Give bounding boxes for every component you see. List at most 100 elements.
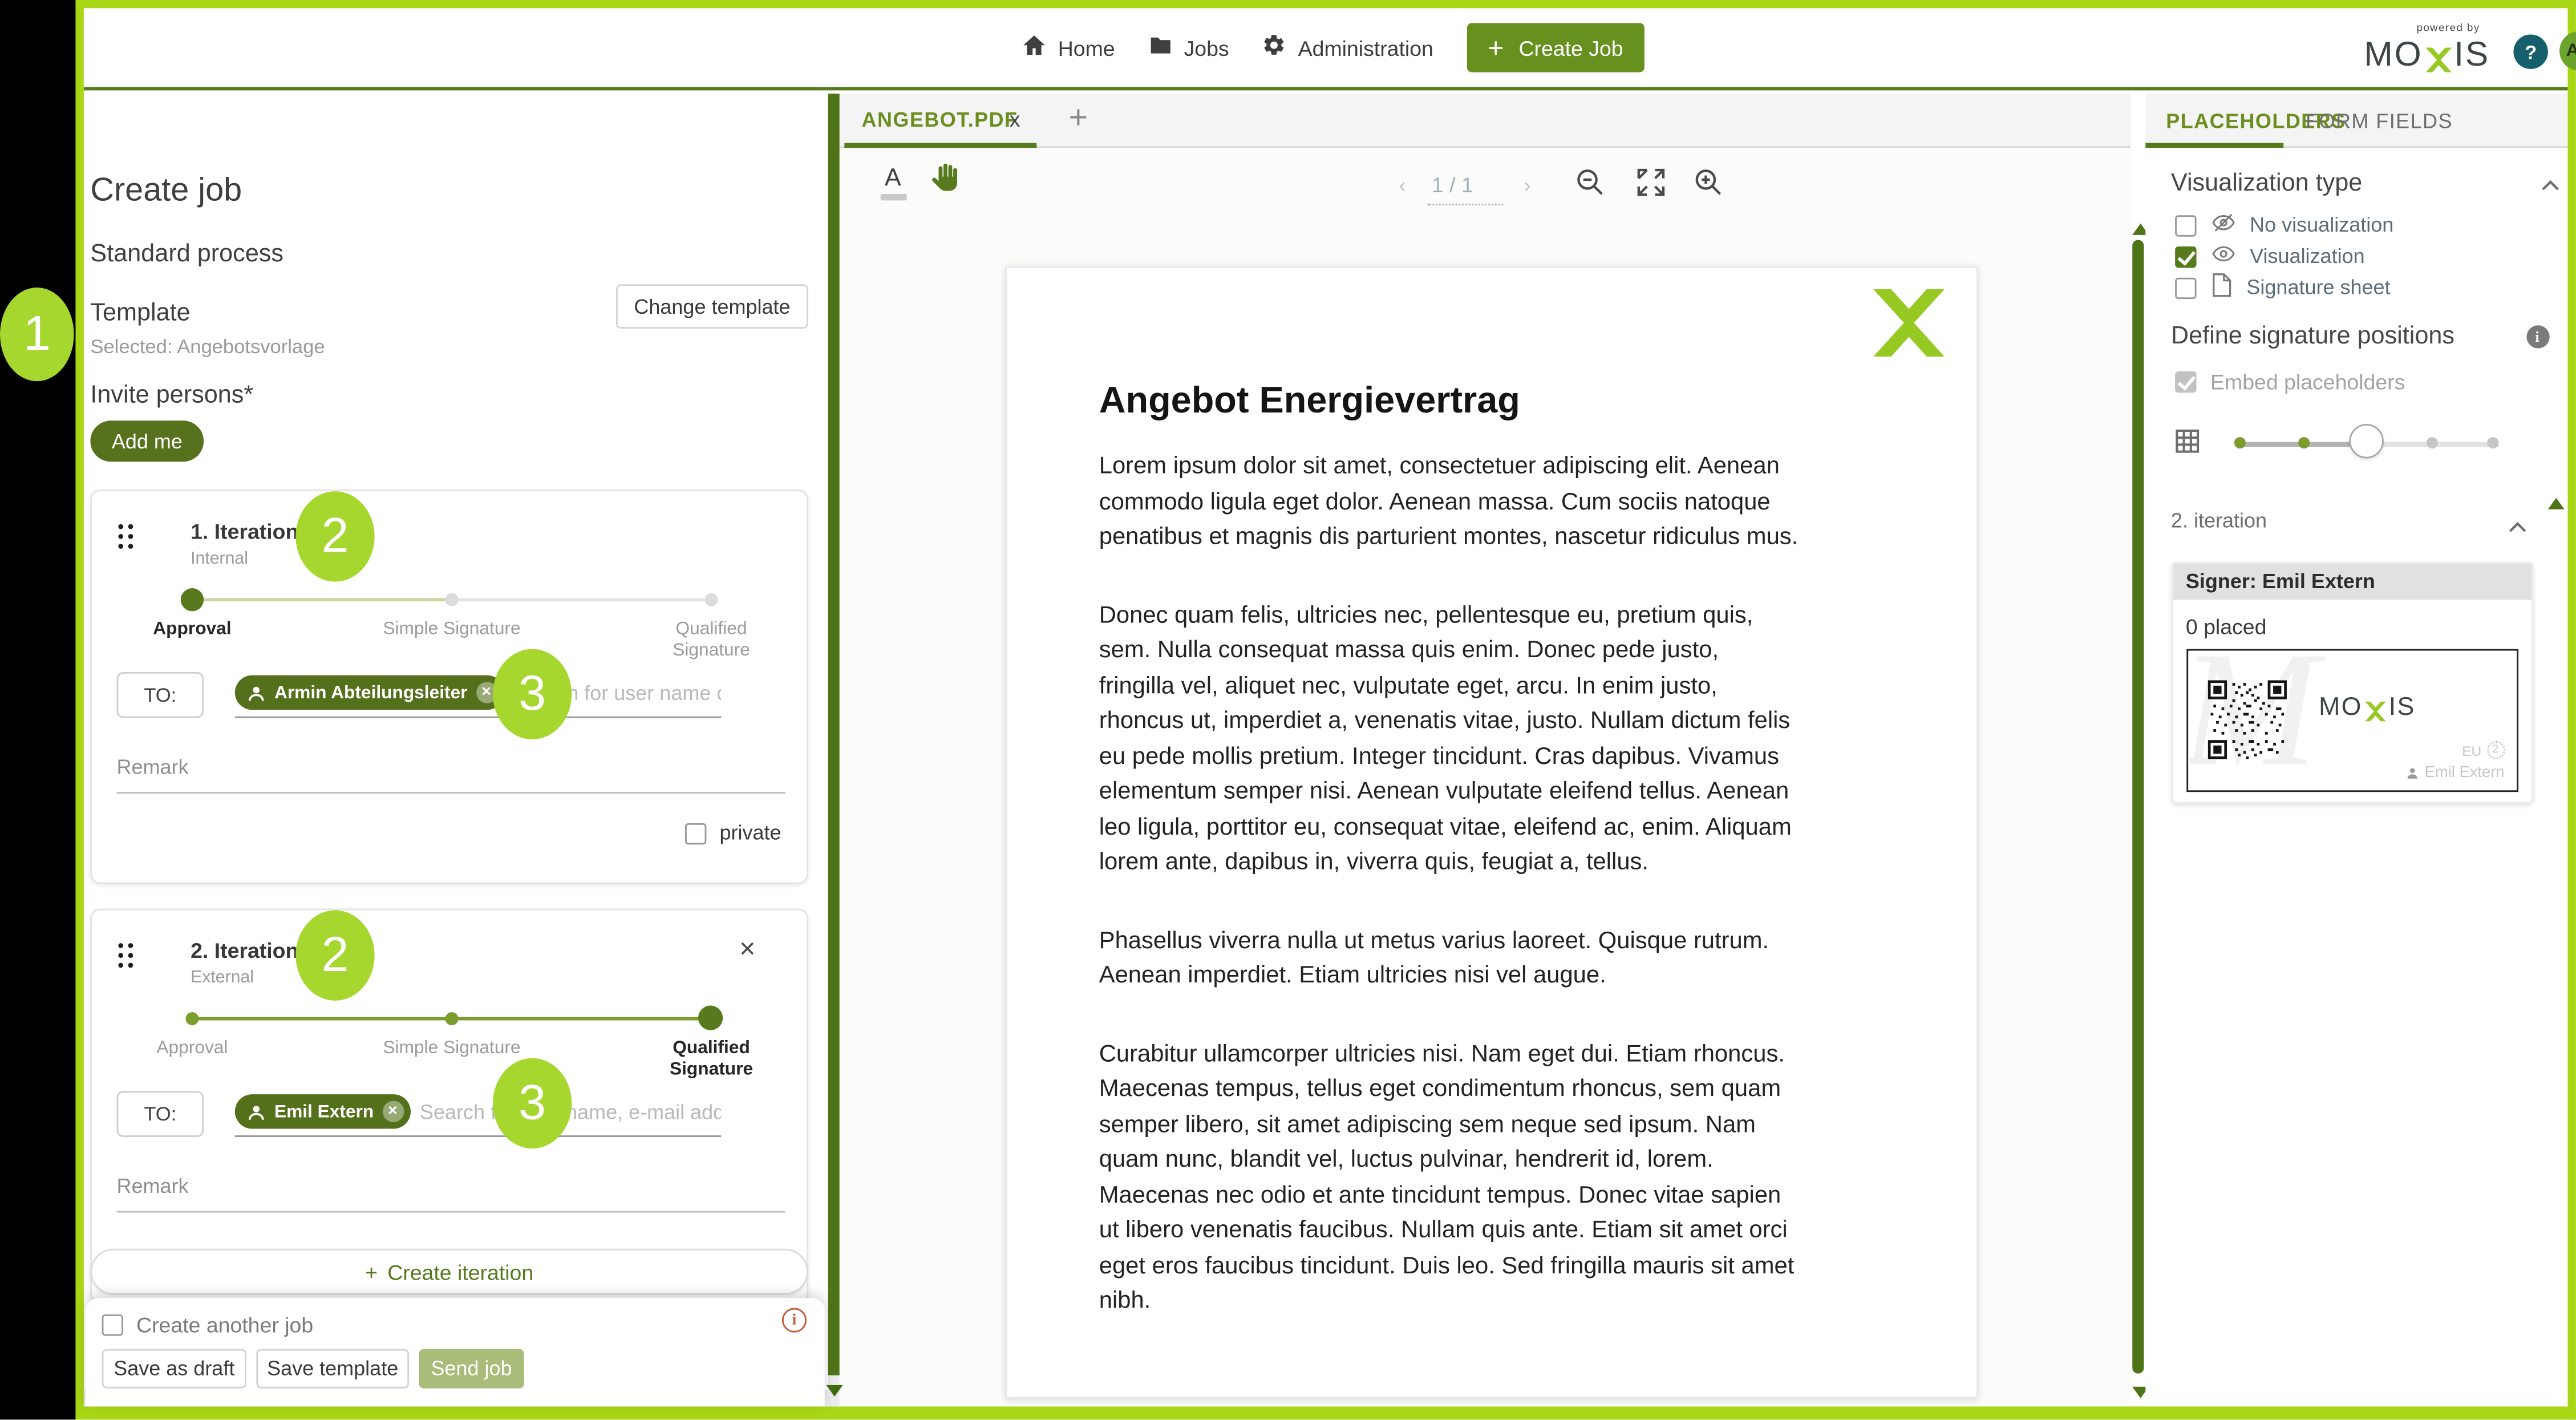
tab-angebot-pdf[interactable]: ANGEBOT.PDF [862, 108, 1018, 131]
top-navigation-bar: Home Jobs Administration + Create Job po… [83, 8, 2576, 91]
step-dot-approval[interactable] [180, 588, 204, 612]
nav-label: Jobs [1184, 35, 1229, 60]
annotation-circle-1: 1 [0, 288, 74, 382]
next-page-icon[interactable]: › [1524, 172, 1531, 197]
desktop-black-strip [0, 0, 76, 1420]
scroll-up-arrow-icon[interactable] [2547, 497, 2564, 509]
text-tool-underline [880, 193, 906, 201]
collapse-chevron-icon[interactable] [2541, 171, 2559, 201]
step-dot-simple-signature[interactable] [445, 593, 459, 606]
slider-tick[interactable] [2233, 436, 2245, 448]
collapse-chevron-icon[interactable] [2508, 513, 2526, 543]
close-icon[interactable]: × [739, 933, 756, 966]
private-checkbox[interactable] [684, 822, 707, 844]
send-job-button[interactable]: Send job [419, 1349, 524, 1389]
text-annotation-tool[interactable]: A [880, 164, 906, 201]
private-row: private [684, 822, 781, 844]
document-paragraph: Donec quam felis, ultricies nec, pellent… [1099, 602, 1792, 876]
remove-recipient-icon[interactable]: × [382, 1101, 404, 1123]
slider-tick[interactable] [2425, 436, 2437, 448]
person-icon [248, 686, 264, 701]
iteration-title: 2. Iteration [191, 938, 299, 963]
pdf-page[interactable]: Angebot Energievertrag Lorem ipsum dolor… [1005, 266, 1978, 1398]
pdf-scrollbar-thumb[interactable] [2132, 240, 2143, 1374]
remark-input[interactable] [116, 741, 785, 794]
save-template-button[interactable]: Save template [256, 1349, 410, 1389]
document-paragraph: Lorem ipsum dolor sit amet, consectetuer… [1099, 453, 1799, 551]
main-nav: Home Jobs Administration + Create Job [1022, 8, 1645, 87]
recipient-chip-label: Armin Abteilungsleiter [274, 682, 468, 703]
step-label-approval[interactable]: Approval [118, 620, 266, 641]
embed-placeholders-checkbox[interactable] [2174, 371, 2196, 393]
window-border-right [2567, 0, 2576, 1420]
recipient-chip-label: Emil Extern [274, 1102, 374, 1122]
previous-page-icon[interactable]: ‹ [1399, 172, 1406, 197]
drag-handle-icon[interactable] [118, 943, 133, 968]
iteration-2-section-label: 2. iteration [2170, 509, 2267, 533]
signature-placeholder-preview[interactable]: M MO IS EU 2 Emil Extern [2185, 649, 2518, 792]
signature-sheet-checkbox[interactable] [2174, 277, 2196, 298]
job-actions-footer: Create another job i Save as draft Save … [85, 1298, 825, 1407]
scroll-down-arrow-icon[interactable] [826, 1385, 843, 1397]
iteration-scope: Internal [191, 548, 248, 569]
page-indicator-dotted-underline [1427, 204, 1502, 205]
nav-item-administration[interactable]: Administration [1262, 33, 1433, 63]
nav-label: Home [1058, 35, 1115, 60]
step-label-simple-signature[interactable]: Simple Signature [378, 1038, 525, 1060]
save-as-draft-button[interactable]: Save as draft [102, 1349, 247, 1389]
nav-item-home[interactable]: Home [1022, 33, 1115, 63]
size-slider-thumb[interactable] [2348, 424, 2383, 459]
signer-name: Emil Extern [2424, 764, 2505, 782]
zoom-out-icon[interactable] [1573, 166, 1606, 207]
option-label: Visualization [2250, 245, 2365, 268]
add-document-tab-button[interactable]: + [1068, 100, 1088, 138]
tab-form-fields[interactable]: FORM FIELDS [2306, 110, 2453, 133]
signer-card-header: Signer: Emil Extern [2172, 563, 2531, 600]
step-label-approval[interactable]: Approval [118, 1038, 266, 1060]
option-label: Signature sheet [2246, 276, 2391, 300]
help-button[interactable]: ? [2513, 34, 2548, 69]
placed-count: 0 placed [2185, 614, 2267, 640]
grid-icon[interactable] [2173, 427, 2201, 463]
zoom-in-icon[interactable] [1691, 166, 1724, 207]
visualization-type-title: Visualization type [2170, 169, 2363, 197]
change-template-button[interactable]: Change template [616, 284, 808, 329]
moxis-x-icon [2425, 47, 2452, 72]
step-dot-qualified-signature[interactable] [704, 593, 718, 606]
logo-text-mo: MO [2364, 36, 2423, 74]
step-label-simple-signature[interactable]: Simple Signature [378, 620, 525, 641]
create-another-job-checkbox[interactable] [102, 1314, 124, 1336]
slider-tick[interactable] [2297, 436, 2309, 448]
iteration-title: 1. Iteration [191, 519, 299, 544]
add-me-button[interactable]: Add me [90, 420, 204, 462]
signer-card: Signer: Emil Extern 0 placed M MO IS EU … [2170, 561, 2533, 804]
info-icon[interactable]: i [781, 1308, 807, 1333]
create-iteration-button[interactable]: + Create iteration [90, 1248, 808, 1295]
recipient-chip[interactable]: Emil Extern × [234, 1094, 410, 1129]
close-tab-icon[interactable]: x [1010, 107, 1020, 131]
recipient-chip[interactable]: Armin Abteilungsleiter × [234, 675, 504, 710]
logo-text-mo: MO [2319, 693, 2363, 722]
slider-tick[interactable] [2486, 436, 2498, 448]
page-indicator[interactable]: 1 / 1 [1432, 172, 1473, 197]
create-job-label: Create Job [1518, 35, 1623, 60]
remark-input[interactable] [116, 1160, 785, 1213]
info-icon[interactable]: i [2526, 325, 2549, 349]
step-dot-approval[interactable] [185, 1012, 199, 1026]
left-panel-scrollbar-thumb[interactable] [827, 94, 839, 1376]
create-job-button[interactable]: + Create Job [1466, 23, 1645, 72]
fullscreen-icon[interactable] [1634, 166, 1667, 207]
step-dot-simple-signature[interactable] [445, 1012, 459, 1026]
step-label-qualified-signature[interactable]: Qualified Signature [637, 1038, 785, 1082]
drag-handle-icon[interactable] [118, 524, 133, 549]
nav-item-jobs[interactable]: Jobs [1148, 33, 1229, 63]
step-label-qualified-signature[interactable]: Qualified Signature [637, 620, 785, 663]
no-visualization-checkbox[interactable] [2174, 214, 2196, 236]
user-avatar[interactable]: AH [2559, 31, 2576, 71]
pan-hand-tool-icon[interactable] [929, 161, 961, 200]
embed-placeholders-label: Embed placeholders [2210, 370, 2405, 395]
plus-icon: + [365, 1259, 378, 1284]
visualization-checkbox[interactable] [2174, 245, 2196, 268]
step-dot-qualified-signature[interactable] [698, 1005, 723, 1030]
create-another-job-label: Create another job [136, 1313, 314, 1338]
